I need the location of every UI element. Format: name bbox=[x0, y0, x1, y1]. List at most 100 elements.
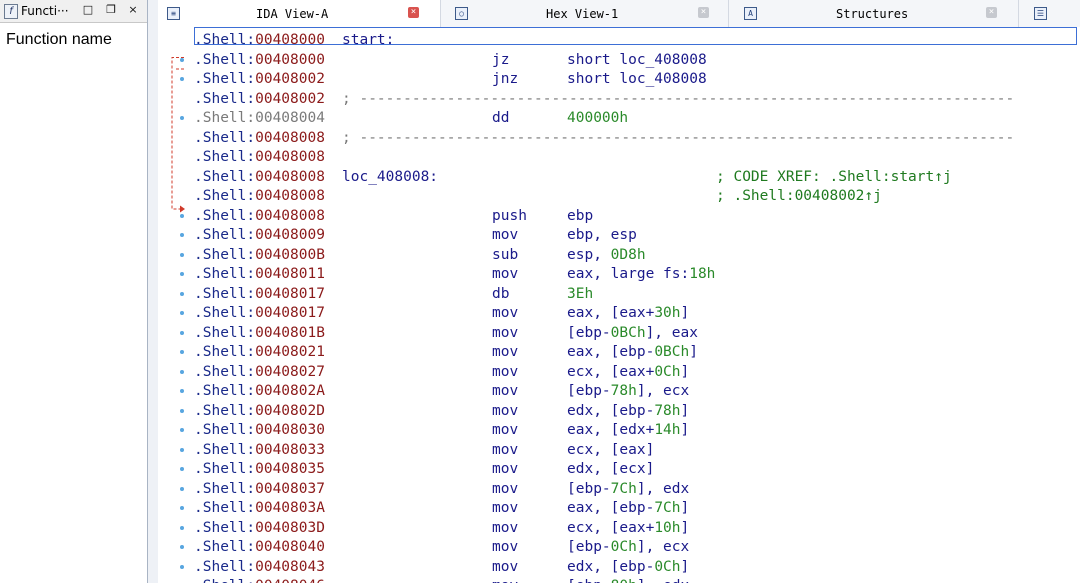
instruction-mnemonic[interactable]: jnz bbox=[492, 70, 518, 90]
disasm-line[interactable]: .Shell:0040800B sub esp, 0D8h bbox=[180, 246, 646, 266]
disasm-line[interactable]: .Shell:00408017 db 3Eh bbox=[180, 285, 593, 305]
disasm-line[interactable]: .Shell:00408002 jnz short loc_408008 bbox=[180, 70, 707, 90]
disasm-line[interactable]: .Shell:00408037 mov [ebp-7Ch], edx bbox=[180, 480, 689, 500]
disassembly-listing[interactable]: .Shell:00408000 start: .Shell:00408000 jz sh… bbox=[180, 27, 1080, 583]
disasm-line[interactable]: .Shell:00408033 mov ecx, [eax] bbox=[180, 441, 654, 461]
address[interactable]: 00408000 bbox=[255, 52, 325, 68]
disasm-line[interactable]: .Shell:0040802D mov edx, [ebp-78h] bbox=[180, 402, 689, 422]
close-tab-icon[interactable]: × bbox=[698, 7, 709, 18]
instruction-operands[interactable]: [ebp-0BCh], eax bbox=[567, 324, 698, 344]
address[interactable]: 00408033 bbox=[255, 442, 325, 458]
address[interactable]: 00408035 bbox=[255, 461, 325, 477]
disasm-line[interactable]: .Shell:0040803D mov ecx, [eax+10h] bbox=[180, 519, 689, 539]
instruction-operands[interactable]: ecx, [eax+0Ch] bbox=[567, 363, 689, 383]
disasm-line[interactable]: .Shell:00408002 ; -----------------------… bbox=[194, 90, 1014, 110]
address[interactable]: 00408008 bbox=[255, 188, 325, 204]
address[interactable]: 00408021 bbox=[255, 344, 325, 360]
float-window-button[interactable]: □ bbox=[80, 2, 96, 18]
instruction-mnemonic[interactable]: mov bbox=[492, 519, 518, 539]
instruction-mnemonic[interactable]: db bbox=[492, 285, 509, 305]
address[interactable]: 00408008 bbox=[255, 169, 325, 185]
address[interactable]: 0040803D bbox=[255, 520, 325, 536]
disasm-line[interactable]: .Shell:00408008 bbox=[194, 148, 325, 168]
instruction-operands[interactable]: ebp bbox=[567, 207, 593, 227]
instruction-mnemonic[interactable]: mov bbox=[492, 382, 518, 402]
close-tab-icon[interactable]: × bbox=[986, 7, 997, 18]
instruction-mnemonic[interactable]: mov bbox=[492, 363, 518, 383]
instruction-mnemonic[interactable]: mov bbox=[492, 226, 518, 246]
code-label[interactable]: start: bbox=[342, 31, 394, 51]
close-tab-icon[interactable]: × bbox=[408, 7, 419, 18]
address[interactable]: 0040802D bbox=[255, 403, 325, 419]
address[interactable]: 00408008 bbox=[255, 130, 325, 146]
instruction-operands[interactable]: 400000h bbox=[567, 109, 628, 129]
instruction-mnemonic[interactable]: mov bbox=[492, 499, 518, 519]
xref-comment[interactable]: ; CODE XREF: .Shell:start↑j bbox=[716, 168, 952, 188]
instruction-mnemonic[interactable]: mov bbox=[492, 577, 518, 583]
instruction-mnemonic[interactable]: jz bbox=[492, 51, 509, 71]
instruction-mnemonic[interactable]: mov bbox=[492, 402, 518, 422]
address[interactable]: 00408037 bbox=[255, 481, 325, 497]
disasm-line[interactable]: .Shell:00408008 push ebp bbox=[180, 207, 593, 227]
instruction-mnemonic[interactable]: dd bbox=[492, 109, 509, 129]
disasm-line[interactable]: .Shell:00408011 mov eax, large fs:18h bbox=[180, 265, 715, 285]
instruction-mnemonic[interactable]: push bbox=[492, 207, 527, 227]
function-name-column-header[interactable]: Function name bbox=[6, 31, 112, 49]
instruction-mnemonic[interactable]: mov bbox=[492, 538, 518, 558]
instruction-operands[interactable]: eax, [edx+14h] bbox=[567, 421, 689, 441]
instruction-mnemonic[interactable]: mov bbox=[492, 558, 518, 578]
instruction-mnemonic[interactable]: mov bbox=[492, 441, 518, 461]
instruction-operands[interactable]: edx, [ebp-78h] bbox=[567, 402, 689, 422]
disasm-line[interactable]: .Shell:0040803A mov eax, [ebp-7Ch] bbox=[180, 499, 689, 519]
instruction-operands[interactable]: [ebp-0Ch], ecx bbox=[567, 538, 689, 558]
address[interactable]: 00408043 bbox=[255, 559, 325, 575]
address[interactable]: 0040803A bbox=[255, 500, 325, 516]
address[interactable]: 0040801B bbox=[255, 325, 325, 341]
disasm-line[interactable]: .Shell:00408000 jz short loc_408008 bbox=[180, 51, 707, 71]
address[interactable]: 0040800B bbox=[255, 247, 325, 263]
address[interactable]: 00408000 bbox=[255, 32, 325, 48]
instruction-mnemonic[interactable]: mov bbox=[492, 265, 518, 285]
tab-ida-view-a[interactable]: ≡ IDA View-A × bbox=[158, 0, 441, 28]
instruction-operands[interactable]: eax, [ebp-0BCh] bbox=[567, 343, 698, 363]
disasm-line[interactable]: .Shell:00408027 mov ecx, [eax+0Ch] bbox=[180, 363, 689, 383]
instruction-operands[interactable]: [ebp-7Ch], edx bbox=[567, 480, 689, 500]
disasm-line[interactable]: .Shell:00408000 start: bbox=[194, 31, 394, 51]
instruction-operands[interactable]: ebp, esp bbox=[567, 226, 637, 246]
disasm-line[interactable]: .Shell:00408017 mov eax, [eax+30h] bbox=[180, 304, 689, 324]
instruction-operands[interactable]: ecx, [eax] bbox=[567, 441, 654, 461]
instruction-operands[interactable]: ecx, [eax+10h] bbox=[567, 519, 689, 539]
instruction-mnemonic[interactable]: mov bbox=[492, 460, 518, 480]
address[interactable]: 00408017 bbox=[255, 286, 325, 302]
instruction-mnemonic[interactable]: mov bbox=[492, 324, 518, 344]
instruction-operands[interactable]: edx, [ecx] bbox=[567, 460, 654, 480]
disasm-line[interactable]: .Shell:00408008 ; -----------------------… bbox=[194, 129, 1014, 149]
tab-hex-view-1[interactable]: ○ Hex View-1 × bbox=[440, 0, 729, 27]
instruction-mnemonic[interactable]: mov bbox=[492, 480, 518, 500]
address[interactable]: 0040802A bbox=[255, 383, 325, 399]
address[interactable]: 00408046 bbox=[255, 578, 325, 583]
address[interactable]: 00408008 bbox=[255, 149, 325, 165]
disasm-line[interactable]: .Shell:00408009 mov ebp, esp bbox=[180, 226, 637, 246]
address[interactable]: 00408002 bbox=[255, 71, 325, 87]
address[interactable]: 00408002 bbox=[255, 91, 325, 107]
address[interactable]: 00408004 bbox=[255, 110, 325, 126]
instruction-mnemonic[interactable]: mov bbox=[492, 421, 518, 441]
instruction-operands[interactable]: eax, [ebp-7Ch] bbox=[567, 499, 689, 519]
disasm-line[interactable]: .Shell:00408035 mov edx, [ecx] bbox=[180, 460, 654, 480]
disasm-line[interactable]: .Shell:0040802A mov [ebp-78h], ecx bbox=[180, 382, 689, 402]
address[interactable]: 00408027 bbox=[255, 364, 325, 380]
code-label[interactable]: loc_408008: bbox=[342, 168, 438, 188]
functions-window-titlebar[interactable]: f Functi··· □ ❐ × bbox=[0, 0, 147, 23]
instruction-operands[interactable]: esp, 0D8h bbox=[567, 246, 646, 266]
disasm-line[interactable]: .Shell:00408008 ; .Shell:00408002↑j bbox=[194, 187, 882, 207]
instruction-operands[interactable]: 3Eh bbox=[567, 285, 593, 305]
xref-comment[interactable]: ; .Shell:00408002↑j bbox=[716, 187, 882, 207]
instruction-mnemonic[interactable]: sub bbox=[492, 246, 518, 266]
tab-structures[interactable]: A Structures × bbox=[728, 0, 1019, 27]
instruction-operands[interactable]: short loc_408008 bbox=[567, 51, 707, 71]
disasm-line[interactable]: .Shell:00408030 mov eax, [edx+14h] bbox=[180, 421, 689, 441]
instruction-mnemonic[interactable]: mov bbox=[492, 304, 518, 324]
disasm-line[interactable]: .Shell:00408004 dd 400000h bbox=[180, 109, 628, 129]
disasm-line[interactable]: .Shell:00408040 mov [ebp-0Ch], ecx bbox=[180, 538, 689, 558]
